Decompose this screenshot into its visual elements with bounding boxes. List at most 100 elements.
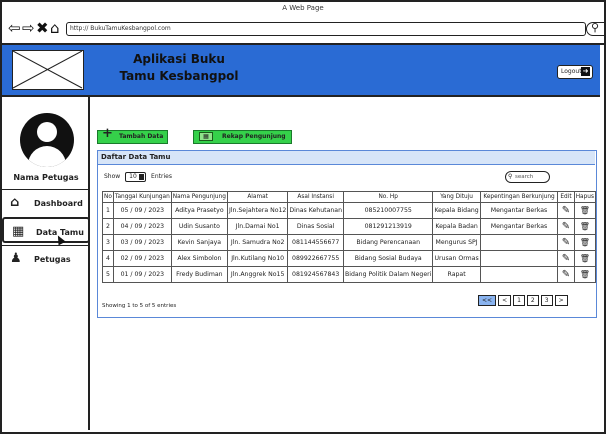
- table-cell-no: 5: [102, 266, 114, 283]
- book-icon: ▦: [12, 224, 25, 239]
- avatar: [20, 113, 74, 167]
- edit-icon[interactable]: ✎: [557, 202, 575, 219]
- table-cell-hp: 081291213919: [342, 218, 434, 235]
- app-title: Aplikasi Buku Tamu Kesbangpol: [119, 52, 239, 83]
- edit-icon[interactable]: ✎: [557, 250, 575, 267]
- browser-navbar: ⇦ ⇨ ✖ ⌂ http:// BukuTamuKesbangpol.com ⚲: [2, 15, 606, 45]
- column-header[interactable]: Kepentingan Berkunjung: [479, 191, 559, 203]
- table-cell-nama: Udin Susanto: [170, 218, 228, 235]
- table-cell-kepentingan: [479, 250, 559, 267]
- logout-button[interactable]: Logout ➜: [557, 65, 593, 79]
- sidebar-item-label: Dashboard: [34, 199, 83, 208]
- table-cell-tanggal: 05 / 09 / 2023: [112, 202, 172, 219]
- table-cell-no: 4: [102, 250, 114, 267]
- logo-placeholder: [12, 50, 84, 90]
- logout-label: Logout: [561, 68, 582, 75]
- browser-search-button[interactable]: ⚲: [586, 21, 606, 36]
- table-cell-nama: Kevin Sanjaya: [170, 234, 228, 251]
- trash-icon[interactable]: 🗑: [573, 202, 597, 219]
- panel-title: Daftar Data Tamu: [98, 151, 595, 165]
- table-cell-instansi: 089922667755: [287, 250, 344, 267]
- close-icon[interactable]: ✖: [36, 20, 49, 36]
- table-cell-kepentingan: Mengantar Berkas: [479, 218, 559, 235]
- table-cell-instansi: Dinas Sosial: [287, 218, 344, 235]
- show-entries-control: Show 10 Entries: [104, 172, 172, 182]
- sidebar: Nama Petugas ⌂ Dashboard ▦ Data Tamu ♟ P…: [2, 97, 90, 430]
- sidebar-item-label: Petugas: [34, 255, 71, 264]
- table-header-row: No Tanggal Kunjungan Nama Pengunjung Ala…: [102, 191, 597, 203]
- column-header[interactable]: No: [102, 191, 114, 203]
- table-cell-hp: Bidang Perencanaan: [342, 234, 434, 251]
- column-header[interactable]: Asal Instansi: [287, 191, 344, 203]
- add-data-button[interactable]: + Tambah Data: [97, 126, 168, 144]
- table-cell-dituju: Rapat: [432, 266, 481, 283]
- trash-icon[interactable]: 🗑: [573, 218, 597, 235]
- search-icon: ⚲: [508, 173, 513, 180]
- edit-icon[interactable]: ✎: [557, 266, 575, 283]
- column-header[interactable]: Tanggal Kunjungan: [112, 191, 172, 203]
- table-cell-tanggal: 01 / 09 / 2023: [112, 266, 172, 283]
- table-cell-no: 3: [102, 234, 114, 251]
- page-button[interactable]: 1: [513, 295, 525, 306]
- forward-arrow-icon[interactable]: ⇨: [22, 20, 35, 36]
- visitor-recap-label: Rekap Pengunjung: [222, 133, 286, 140]
- table-row: 3 03 / 09 / 2023 Kevin Sanjaya Jln. Samudra…: [102, 234, 597, 251]
- table-cell-alamat: Jln.Sejahtera No12: [226, 202, 289, 219]
- table-cell-nama: Alex Simbolon: [170, 250, 228, 267]
- column-header[interactable]: Nama Pengunjung: [170, 191, 228, 203]
- table-cell-instansi: 081144556677: [287, 234, 344, 251]
- visitor-recap-button[interactable]: ▦ Rekap Pengunjung: [193, 130, 292, 144]
- table-cell-dituju: Mengurus SPJ: [432, 234, 481, 251]
- trash-icon[interactable]: 🗑: [573, 250, 597, 267]
- table-search-input[interactable]: ⚲ search: [505, 171, 550, 183]
- table-cell-hp: Bidang Sosial Budaya: [342, 250, 434, 267]
- table-cell-kepentingan: [479, 234, 559, 251]
- url-bar[interactable]: http:// BukuTamuKesbangpol.com: [66, 22, 586, 36]
- table-cell-tanggal: 04 / 09 / 2023: [112, 218, 172, 235]
- table-cell-dituju: Kepala Badan: [432, 218, 481, 235]
- page-prev-button[interactable]: <: [498, 295, 512, 306]
- column-header[interactable]: Alamat: [226, 191, 289, 203]
- window-title: A Web Page: [282, 4, 324, 12]
- home-icon[interactable]: ⌂: [50, 20, 60, 36]
- table-row: 2 04 / 09 / 2023 Udin Susanto Jln.Damai No1…: [102, 218, 597, 235]
- home-icon: ⌂: [10, 195, 20, 210]
- show-label: Show: [104, 173, 121, 180]
- page-button[interactable]: 3: [540, 295, 553, 306]
- page-size-select[interactable]: 10: [125, 172, 147, 182]
- plus-icon: +: [102, 126, 113, 141]
- entries-info: Showing 1 to 5 of 5 entries: [102, 303, 177, 309]
- column-header[interactable]: No. Hp: [342, 191, 434, 203]
- table-cell-kepentingan: Mengantar Berkas: [479, 202, 559, 219]
- trash-icon[interactable]: 🗑: [573, 266, 597, 283]
- sidebar-item-petugas[interactable]: ♟ Petugas: [2, 245, 90, 271]
- table-cell-hp: Bidang Politik Dalam Negeri: [342, 266, 434, 283]
- table-cell-nama: Aditya Prasetyo: [170, 202, 228, 219]
- table-row: 5 01 / 09 / 2023 Fredy Budiman Jln.Anggrek …: [102, 266, 597, 283]
- table-cell-no: 2: [102, 218, 114, 235]
- sidebar-item-data-tamu[interactable]: ▦ Data Tamu: [2, 217, 90, 246]
- column-header: Hapus: [573, 191, 597, 203]
- trash-icon[interactable]: 🗑: [573, 234, 597, 251]
- page-first-button[interactable]: <<: [478, 295, 497, 306]
- table-cell-tanggal: 02 / 09 / 2023: [112, 250, 172, 267]
- table-cell-tanggal: 03 / 09 / 2023: [112, 234, 172, 251]
- table-cell-kepentingan: [479, 266, 559, 283]
- spinner-icon: [139, 174, 145, 180]
- sidebar-item-dashboard[interactable]: ⌂ Dashboard: [2, 189, 90, 215]
- page-button[interactable]: 2: [526, 295, 539, 306]
- edit-icon[interactable]: ✎: [557, 234, 575, 251]
- image-placeholder-icon: [12, 50, 83, 89]
- spreadsheet-icon: ▦: [199, 132, 213, 141]
- search-placeholder: search: [515, 174, 534, 180]
- avatar-body: [28, 146, 66, 167]
- add-data-label: Tambah Data: [119, 133, 164, 140]
- page-next-button[interactable]: >: [554, 295, 568, 306]
- table-cell-dituju: Urusan Ormas: [432, 250, 481, 267]
- table-cell-alamat: Jln.Anggrek No15: [226, 266, 289, 283]
- edit-icon[interactable]: ✎: [557, 218, 575, 235]
- guest-list-panel: Daftar Data Tamu Show 10 Entries ⚲ searc…: [97, 150, 597, 318]
- column-header[interactable]: Yang Dituju: [432, 191, 481, 203]
- back-arrow-icon[interactable]: ⇦: [8, 20, 21, 36]
- avatar-head: [37, 122, 57, 142]
